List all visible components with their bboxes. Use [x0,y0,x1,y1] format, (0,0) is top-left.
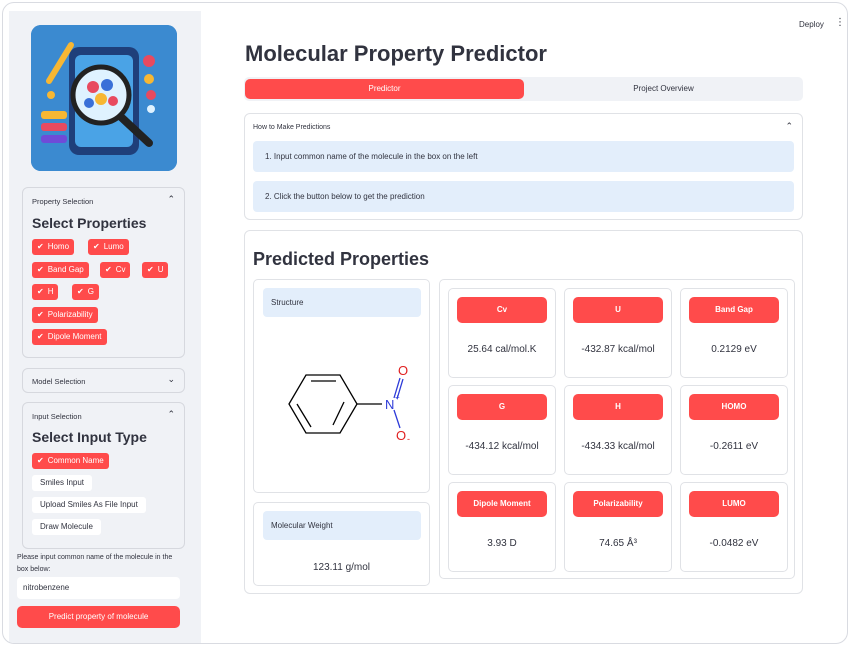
atom-o-bottom-label: O [396,428,406,443]
property-value: -434.12 kcal/mol [465,441,539,452]
property-card-cv: Cv 25.64 cal/mol.K [448,288,556,378]
how-to-expander: How to Make Predictions ⌃ 1. Input commo… [244,113,803,220]
property-value: 74.65 Å³ [599,538,637,549]
check-icon: ✔ [37,456,44,465]
instruction-step: 2. Click the button below to get the pre… [253,181,794,212]
molecular-weight-card: Molecular Weight 123.11 g/mol [253,502,430,586]
instruction-step: 1. Input common name of the molecule in … [253,141,794,172]
chevron-down-icon[interactable]: ⌄ [167,374,175,385]
property-value: 0.2129 eV [711,344,757,355]
tag-polarizability[interactable]: ✔ Polarizability [32,307,98,323]
option-draw-molecule[interactable]: Draw Molecule [32,519,101,535]
results-container: Predicted Properties Structure N + O O -… [244,230,803,594]
property-name: Cv [457,297,547,323]
property-selection-panel: Property Selection ⌃ Select Properties ✔… [22,187,185,358]
atom-n-label: N [385,397,394,412]
check-icon: ✔ [37,242,44,251]
property-selection-header[interactable]: Property Selection [32,197,93,206]
select-properties-title: Select Properties [32,215,147,231]
input-selection-header[interactable]: Input Selection [32,412,82,421]
app-logo [31,25,177,171]
property-name: Polarizability [573,491,663,517]
check-icon: ✔ [37,332,44,341]
tab-bar: Predictor Project Overview [244,77,803,101]
molecular-weight-value: 123.11 g/mol [312,562,371,573]
tag-cv[interactable]: ✔ Cv [100,262,131,278]
property-card-h: H -434.33 kcal/mol [564,385,672,475]
tag-homo[interactable]: ✔ Homo [32,239,75,255]
chevron-up-icon[interactable]: ⌃ [167,194,175,205]
tag-band-gap[interactable]: ✔ Band Gap [32,262,89,278]
check-icon: ✔ [37,265,44,274]
property-name: LUMO [689,491,779,517]
option-smiles-input[interactable]: Smiles Input [32,475,93,491]
model-selection-panel[interactable]: Model Selection ⌄ [22,368,185,393]
property-card-band-gap: Band Gap 0.2129 eV [680,288,788,378]
property-value: -432.87 kcal/mol [581,344,655,355]
check-icon: ✔ [105,265,112,274]
check-icon: ✔ [93,242,100,251]
chevron-up-icon[interactable]: ⌃ [785,121,793,132]
model-selection-header[interactable]: Model Selection [32,377,85,386]
property-value: 25.64 cal/mol.K [467,344,537,355]
property-value: 3.93 D [487,538,517,549]
property-name: HOMO [689,394,779,420]
page-title: Molecular Property Predictor [245,41,547,66]
tag-lumo[interactable]: ✔ Lumo [88,239,129,255]
structure-label: Structure [263,288,421,317]
property-card-g: G -434.12 kcal/mol [448,385,556,475]
structure-card: Structure N + O O - [253,279,430,493]
property-value: -0.2611 eV [709,441,759,452]
property-name: G [457,394,547,420]
option-upload-smiles-file[interactable]: Upload Smiles As File Input [32,497,146,513]
property-name: Band Gap [689,297,779,323]
input-hint: Please input common name of the molecule… [17,554,173,573]
property-name: H [573,394,663,420]
how-to-title[interactable]: How to Make Predictions [253,124,330,131]
chevron-up-icon[interactable]: ⌃ [167,409,175,420]
option-common-name[interactable]: ✔ Common Name [32,453,109,469]
app-window: Property Selection ⌃ Select Properties ✔… [2,2,848,644]
molecule-name-input[interactable]: nitrobenzene [17,577,180,599]
predict-button[interactable]: Predict property of molecule [17,606,180,628]
properties-grid: Cv 25.64 cal/mol.K U -432.87 kcal/mol Ba… [439,279,795,579]
property-card-u: U -432.87 kcal/mol [564,288,672,378]
tag-g[interactable]: ✔ G [72,284,99,300]
tag-dipole-moment[interactable]: ✔ Dipole Moment [32,329,107,345]
property-name: U [573,297,663,323]
property-name: Dipole Moment [457,491,547,517]
molecule-structure: N + O O - [288,363,410,444]
property-value: -0.0482 eV [709,538,759,549]
atom-n-charge: + [395,393,400,402]
check-icon: ✔ [77,287,84,296]
tab-predictor[interactable]: Predictor [245,79,524,99]
tab-project-overview[interactable]: Project Overview [525,79,802,99]
atom-o-charge: - [407,434,410,444]
molecular-weight-label: Molecular Weight [263,511,421,540]
sidebar: Property Selection ⌃ Select Properties ✔… [9,11,201,643]
tag-u[interactable]: ✔ U [142,262,169,278]
atom-o-top-label: O [398,363,408,378]
property-card-polarizability: Polarizability 74.65 Å³ [564,482,672,572]
tag-h[interactable]: ✔ H [32,284,59,300]
property-card-dipole-moment: Dipole Moment 3.93 D [448,482,556,572]
property-card-lumo: LUMO -0.0482 eV [680,482,788,572]
property-card-homo: HOMO -0.2611 eV [680,385,788,475]
check-icon: ✔ [37,310,44,319]
check-icon: ✔ [147,265,154,274]
deploy-button[interactable]: Deploy [799,20,824,29]
input-selection-panel: Input Selection ⌃ Select Input Type ✔ Com… [22,402,185,549]
more-vertical-icon[interactable]: ⋮ [835,17,845,28]
check-icon: ✔ [37,287,44,296]
select-input-type-title: Select Input Type [32,429,147,445]
property-value: -434.33 kcal/mol [581,441,655,452]
predicted-properties-title: Predicted Properties [253,249,430,269]
